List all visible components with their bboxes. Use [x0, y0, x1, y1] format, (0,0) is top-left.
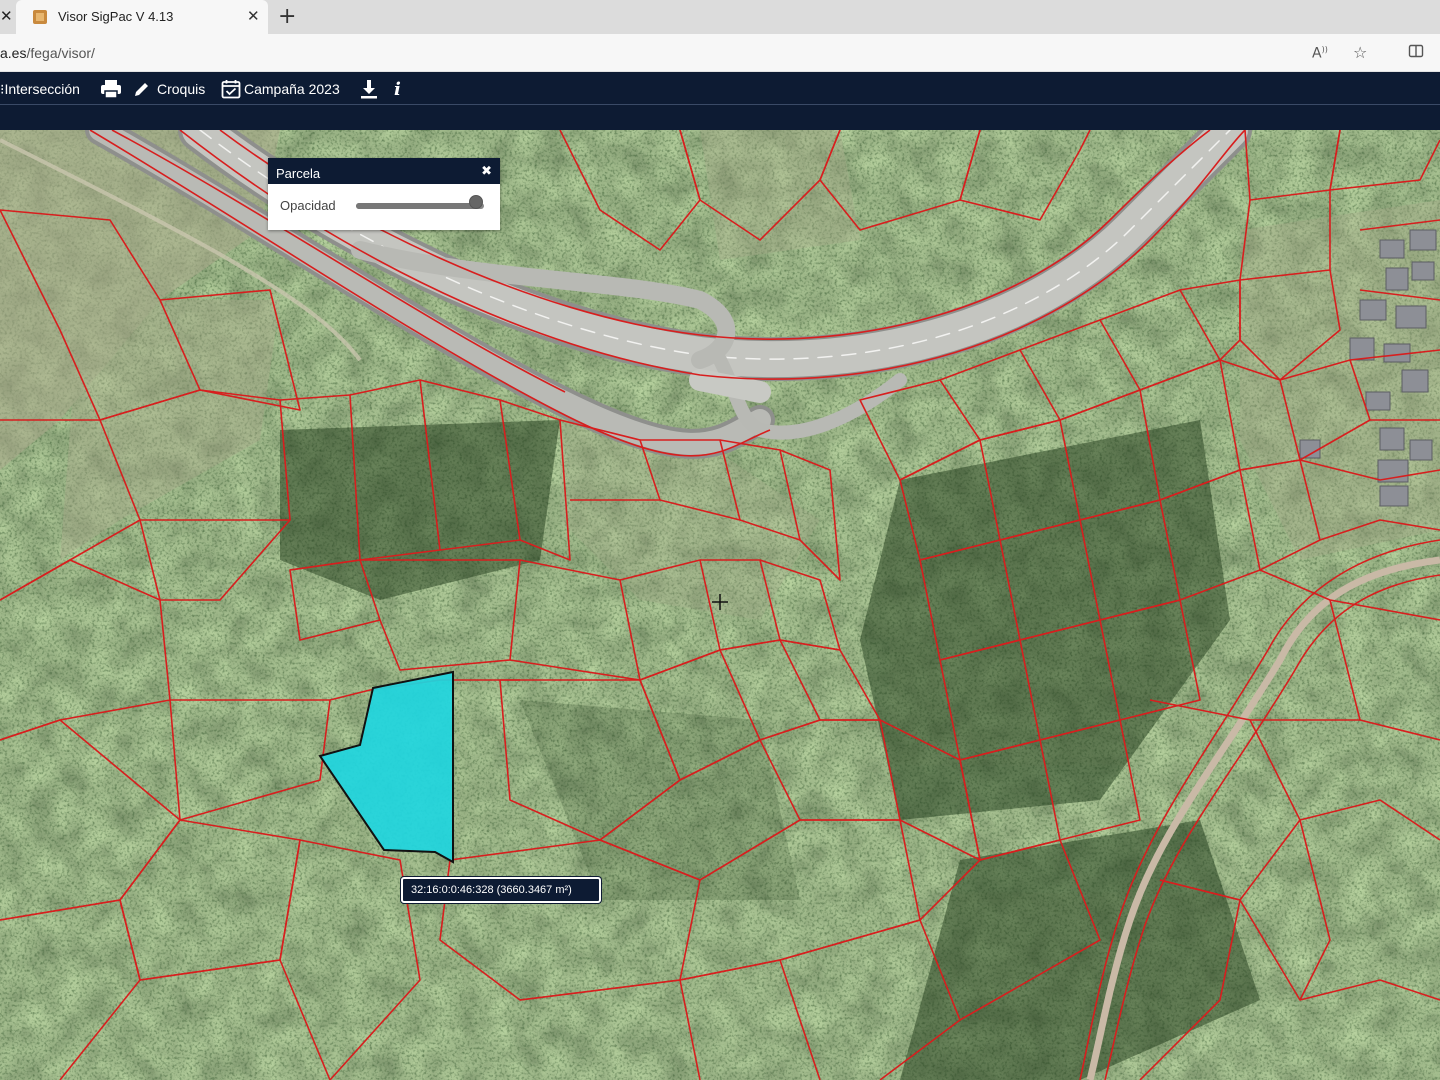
parcela-panel: Parcela ✖ Opacidad — [268, 158, 500, 230]
opacity-slider-thumb[interactable] — [469, 195, 483, 209]
opacity-slider-fill — [356, 203, 476, 209]
info-icon: i — [394, 78, 401, 100]
split-screen-icon[interactable] — [1408, 43, 1424, 63]
new-tab-icon[interactable]: + — [278, 4, 296, 29]
panel-header: Parcela ✖ — [268, 158, 500, 184]
opacity-slider[interactable] — [356, 203, 484, 209]
croquis-label: Croquis — [157, 81, 206, 97]
map-viewer[interactable]: Parcela ✖ Opacidad 32:16:0:0:46:328 (366… — [0, 130, 1440, 1080]
close-icon[interactable]: ✕ — [0, 7, 13, 27]
browser-tab-strip: ✕ Visor SigPac V 4.13 ✕ + — [0, 0, 1440, 34]
url-host: a.es — [0, 45, 27, 61]
print-icon — [101, 80, 121, 99]
app-toolbar: ⁝ Intersección Croquis Campaña 2023 i — [0, 72, 1440, 130]
panel-title: Parcela — [276, 166, 321, 181]
download-icon — [361, 80, 377, 99]
interseccion-button[interactable]: ⁝ Intersección — [0, 78, 80, 100]
address-bar[interactable]: a.es/fega/visor/ A)) ☆ — [0, 34, 1440, 72]
download-button[interactable] — [360, 78, 378, 100]
calendar-check-icon — [221, 80, 241, 99]
url-path: /fega/visor/ — [26, 45, 95, 61]
favorite-star-icon[interactable]: ☆ — [1353, 43, 1367, 62]
info-button[interactable]: i — [394, 78, 401, 100]
tab-title: Visor SigPac V 4.13 — [58, 9, 174, 24]
interseccion-label: Intersección — [4, 81, 80, 97]
print-button[interactable] — [100, 78, 122, 100]
campana-label: Campaña 2023 — [244, 81, 340, 97]
read-aloud-icon[interactable]: A)) — [1312, 45, 1328, 62]
opacity-label: Opacidad — [280, 198, 336, 213]
browser-tab[interactable]: Visor SigPac V 4.13 ✕ — [16, 0, 268, 34]
close-icon[interactable]: ✖ — [481, 164, 492, 179]
toolbar-divider — [0, 104, 1440, 105]
pencil-icon — [135, 83, 148, 96]
campana-button[interactable]: Campaña 2023 — [221, 78, 340, 100]
tab-close-icon[interactable]: ✕ — [247, 7, 260, 25]
panel-body: Opacidad — [268, 184, 500, 230]
parcel-tooltip: 32:16:0:0:46:328 (3660.3467 m²) — [401, 877, 601, 903]
favicon-icon — [33, 10, 47, 24]
croquis-button[interactable]: Croquis — [133, 78, 205, 100]
url-text[interactable]: a.es/fega/visor/ — [0, 45, 95, 61]
orthophoto-map[interactable] — [0, 130, 1440, 1080]
